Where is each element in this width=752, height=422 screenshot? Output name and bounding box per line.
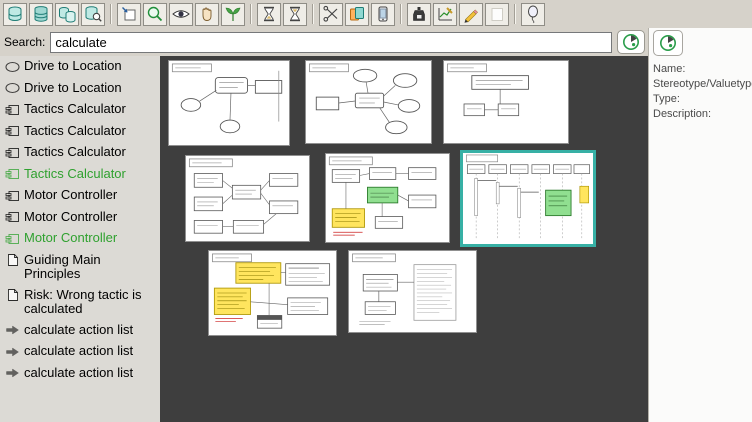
hand-icon[interactable]: [195, 3, 219, 26]
arrow-icon: [3, 344, 21, 359]
result-item-motor-controller[interactable]: Motor Controller: [0, 228, 160, 250]
document-icon: [3, 288, 21, 303]
name-field-label: Name:: [653, 62, 752, 77]
usecase-icon: [3, 81, 21, 96]
component-icon: [3, 231, 21, 246]
result-item-guiding-main-principles[interactable]: Guiding Main Principles: [0, 250, 160, 285]
stereotype-field-label: Stereotype/Valuetype:: [653, 77, 752, 92]
thumbnail-sequence-diagram[interactable]: [462, 152, 594, 245]
balloon-icon[interactable]: [521, 3, 545, 26]
arrow-icon: [3, 323, 21, 338]
search-input[interactable]: [50, 32, 612, 53]
result-label: Tactics Calculator: [24, 145, 159, 159]
usecase-icon: [3, 59, 21, 74]
phone-icon[interactable]: [371, 3, 395, 26]
result-item-motor-controller[interactable]: Motor Controller: [0, 185, 160, 207]
result-item-tactics-calculator[interactable]: Tactics Calculator: [0, 99, 160, 121]
result-label: Tactics Calculator: [24, 167, 159, 181]
search-label: Search:: [4, 35, 45, 49]
result-label: Tactics Calculator: [24, 102, 159, 116]
result-item-drive-to-location[interactable]: Drive to Location: [0, 56, 160, 78]
thumbnail-component-diagram-highlighted[interactable]: [325, 153, 450, 243]
component-icon: [3, 102, 21, 117]
component-icon: [3, 124, 21, 139]
result-item-calculate-action-list[interactable]: calculate action list: [0, 341, 160, 363]
document-icon: [3, 253, 21, 268]
component-icon: [3, 188, 21, 203]
hourglass-flipped-icon[interactable]: [283, 3, 307, 26]
result-item-tactics-calculator[interactable]: Tactics Calculator: [0, 121, 160, 143]
thumbnail-notes-diagram[interactable]: [208, 250, 337, 336]
zoom-magnifier-icon[interactable]: [143, 3, 167, 26]
result-item-drive-to-location[interactable]: Drive to Location: [0, 78, 160, 100]
database-stack-icon[interactable]: [29, 3, 53, 26]
application-window: Search: Drive to LocationDrive to Locati…: [0, 0, 752, 422]
magnifier-balloon-button[interactable]: [653, 30, 683, 56]
thumbnail-component-diagram[interactable]: [185, 155, 310, 242]
search-bar: Search:: [0, 28, 648, 56]
toolbar-separator: [312, 4, 314, 24]
result-item-motor-controller[interactable]: Motor Controller: [0, 207, 160, 229]
diagram-canvas: [160, 56, 648, 422]
type-field-label: Type:: [653, 92, 752, 107]
result-label: Motor Controller: [24, 210, 159, 224]
toolbar-separator: [250, 4, 252, 24]
toolbar-separator: [110, 4, 112, 24]
result-item-tactics-calculator[interactable]: Tactics Calculator: [0, 142, 160, 164]
plant-icon[interactable]: [221, 3, 245, 26]
thumbnail-communication-diagram[interactable]: [305, 60, 432, 144]
thumbnail-risk-document-diagram[interactable]: [348, 250, 477, 333]
magnifier-balloon-button[interactable]: [617, 30, 645, 54]
search-results-list: Drive to Location Drive to Location Tactic…: [0, 56, 160, 422]
component-icon: [3, 145, 21, 160]
scissors-icon[interactable]: [319, 3, 343, 26]
thumbnail-use-case-diagram[interactable]: [168, 60, 290, 146]
arrow-icon: [3, 366, 21, 381]
properties-panel: Name: Stereotype/Valuetype: Type: Descri…: [648, 28, 752, 422]
hourglass-icon[interactable]: [257, 3, 281, 26]
component-icon: [3, 210, 21, 225]
result-label: calculate action list: [24, 366, 159, 380]
component-icon: [3, 167, 21, 182]
result-item-calculate-action-list[interactable]: calculate action list: [0, 320, 160, 342]
result-label: Drive to Location: [24, 81, 159, 95]
main-toolbar: [0, 0, 752, 28]
result-label: calculate action list: [24, 344, 159, 358]
cards-icon[interactable]: [345, 3, 369, 26]
result-item-calculate-action-list[interactable]: calculate action list: [0, 363, 160, 385]
result-label: Motor Controller: [24, 231, 159, 245]
toolbar-separator: [400, 4, 402, 24]
result-item-tactics-calculator[interactable]: Tactics Calculator: [0, 164, 160, 186]
database-icon[interactable]: [3, 3, 27, 26]
description-field-label: Description:: [653, 107, 752, 122]
database-copy-icon[interactable]: [55, 3, 79, 26]
blank-sheet-icon[interactable]: [485, 3, 509, 26]
database-search-icon[interactable]: [81, 3, 105, 26]
result-label: Motor Controller: [24, 188, 159, 202]
result-label: calculate action list: [24, 323, 159, 337]
new-diagram-icon[interactable]: [117, 3, 141, 26]
chart-edit-icon[interactable]: [433, 3, 457, 26]
result-label: Drive to Location: [24, 59, 159, 73]
eye-icon[interactable]: [169, 3, 193, 26]
result-label: Guiding Main Principles: [24, 253, 159, 281]
result-label: Tactics Calculator: [24, 124, 159, 138]
thumbnail-structure-diagram[interactable]: [443, 60, 569, 144]
pencil-icon[interactable]: [459, 3, 483, 26]
toolbar-separator: [514, 4, 516, 24]
result-item-risk-wrong-tactic-is-calculated[interactable]: Risk: Wrong tactic is calculated: [0, 285, 160, 320]
result-label: Risk: Wrong tactic is calculated: [24, 288, 159, 316]
ink-bottle-icon[interactable]: [407, 3, 431, 26]
